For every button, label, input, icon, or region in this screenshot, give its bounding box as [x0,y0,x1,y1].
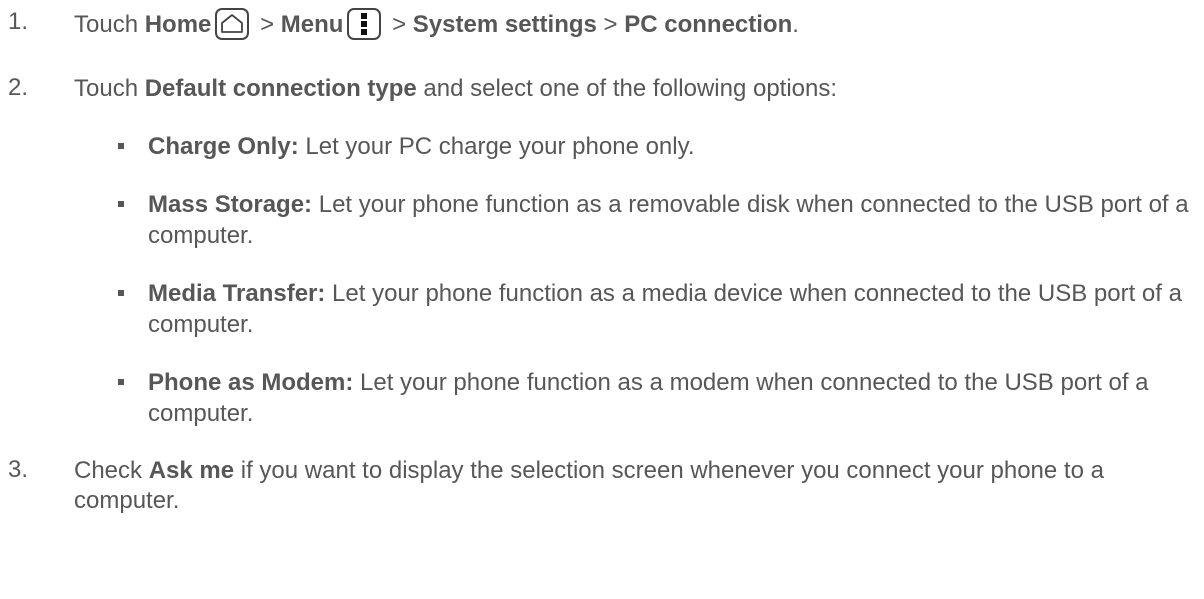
home-label: Home [144,11,212,38]
bullet-icon [118,379,124,385]
step-prefix: Check [74,457,149,484]
step-text: Touch Home > Menu > System settings > PC… [74,8,1184,40]
step-number: 1. [8,8,29,35]
step-prefix: Touch [74,75,145,102]
bullet-icon [118,290,124,296]
step-text: Check Ask me if you want to display the … [74,456,1184,516]
home-icon [215,8,250,40]
step-number: 2. [8,74,29,101]
option-term: Charge Only: [148,133,299,160]
step-suffix: . [792,11,799,38]
pc-connection-label: PC connection [624,11,793,38]
bullet-icon [118,143,124,149]
menu-icon [347,8,382,40]
option-term: Media Transfer: [148,280,326,307]
step-bold: Ask me [148,457,235,484]
bullet-icon [118,201,124,207]
separator: > [596,11,625,38]
option-text: Phone as Modem: Let your phone function … [148,367,1198,429]
option-term: Phone as Modem: [148,369,354,396]
step-bold: Default connection type [144,75,417,102]
instructions: 1. Touch Home > Menu > System settings >… [0,0,1204,599]
separator: > [385,11,413,38]
separator: > [253,11,281,38]
option-term: Mass Storage: [148,191,313,218]
option-text: Mass Storage: Let your phone function as… [148,189,1198,251]
system-settings-label: System settings [412,11,597,38]
step-number: 3. [8,456,29,483]
option-desc: Let your PC charge your phone only. [298,133,695,160]
step-text: Touch Default connection type and select… [74,74,1184,104]
option-text: Media Transfer: Let your phone function … [148,278,1198,340]
menu-label: Menu [280,11,344,38]
step-suffix: and select one of the following options: [416,75,838,102]
step-prefix: Touch [74,11,145,38]
option-text: Charge Only: Let your PC charge your pho… [148,131,1198,162]
